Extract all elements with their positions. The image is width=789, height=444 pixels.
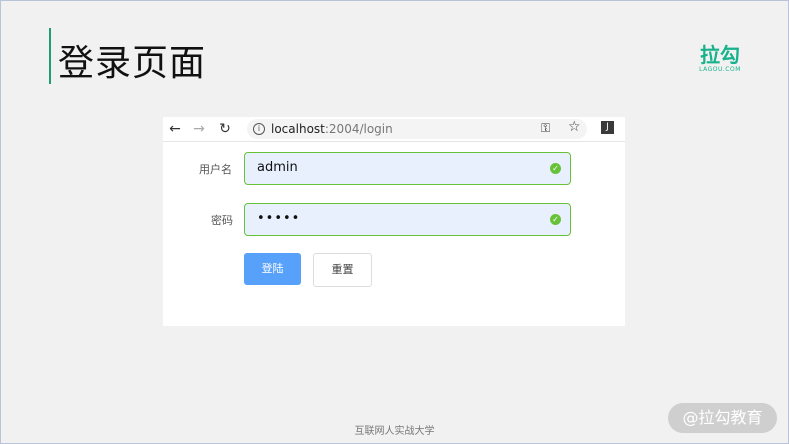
check-circle-icon: ✓: [550, 214, 561, 225]
check-circle-icon: ✓: [550, 163, 561, 174]
address-bar[interactable]: i localhost:2004/login: [247, 119, 587, 139]
key-icon[interactable]: ⚿: [541, 121, 550, 136]
password-label: 密码: [211, 214, 233, 227]
back-arrow-icon[interactable]: ←: [167, 121, 183, 137]
url-host: localhost: [271, 122, 325, 136]
username-label: 用户名: [199, 163, 232, 176]
reload-icon[interactable]: ↻: [217, 121, 233, 137]
password-field[interactable]: ••••• ✓: [244, 203, 571, 236]
password-value: •••••: [257, 211, 301, 226]
extension-icon[interactable]: J: [601, 121, 614, 134]
browser-toolbar: ← → ↻ i localhost:2004/login ⚿ ☆ J: [163, 117, 625, 142]
star-icon[interactable]: ☆: [568, 119, 581, 135]
forward-arrow-icon[interactable]: →: [191, 121, 207, 137]
reset-button[interactable]: 重置: [313, 253, 372, 287]
info-icon[interactable]: i: [253, 123, 265, 135]
url-path: :2004/login: [324, 122, 393, 136]
url-text[interactable]: localhost:2004/login: [271, 122, 393, 136]
username-value: admin: [257, 160, 298, 175]
title-accent-bar: [49, 28, 51, 84]
lagou-logo: 拉勾 LAGOU.COM: [696, 44, 744, 74]
logo-subtext: LAGOU.COM: [699, 66, 741, 73]
logo-main-text: 拉勾: [700, 43, 740, 67]
watermark: @拉勾教育: [668, 403, 777, 433]
username-field[interactable]: admin ✓: [244, 152, 571, 185]
page-title: 登录页面: [58, 43, 207, 84]
login-button[interactable]: 登陆: [244, 253, 301, 285]
